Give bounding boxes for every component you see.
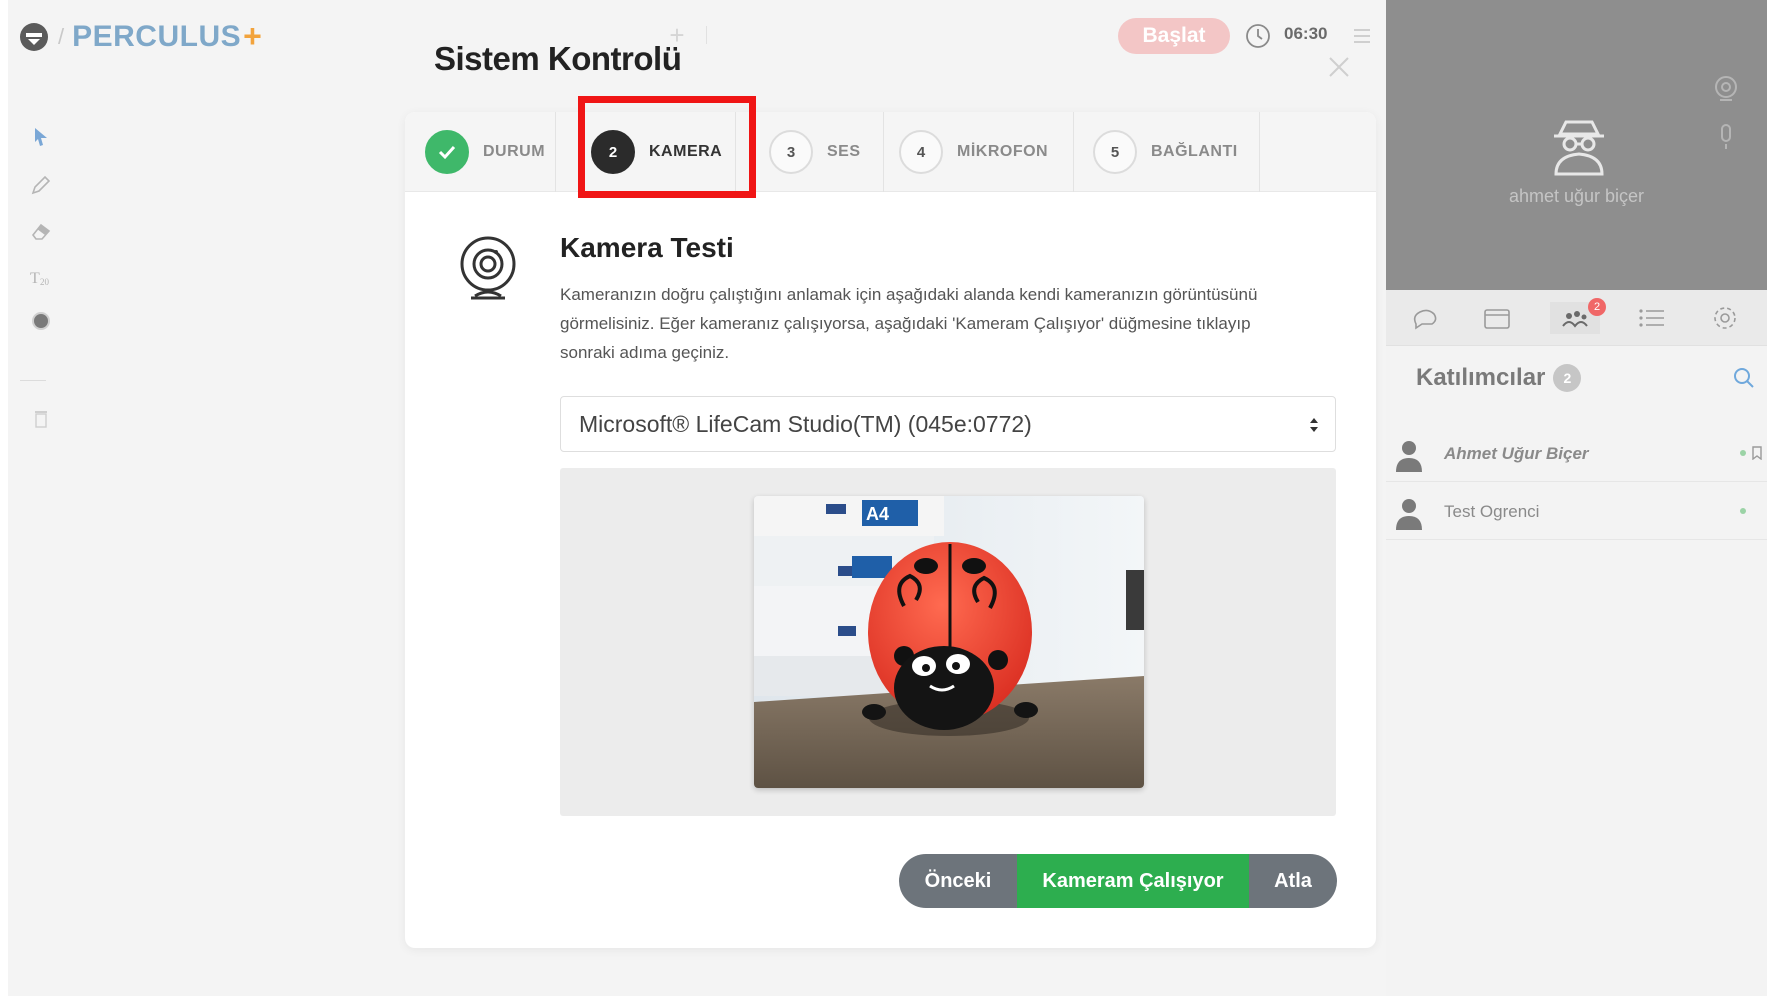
section-description: Kameranızın doğru çalıştığını anlamak iç… [560,285,1258,362]
step-durum[interactable]: DURUM [425,112,545,192]
select-arrows-icon [1310,418,1318,432]
step-label: MİKROFON [957,143,1049,160]
step-baglanti[interactable]: 5 BAĞLANTI [1093,112,1238,192]
webcam-toggle-icon[interactable] [1711,74,1741,104]
step-indicator: DURUM 2 KAMERA 3 SES 4 MİKROFON 5 BAĞLAN… [405,112,1376,192]
participants-icon [1562,311,1588,328]
step-label: DURUM [483,143,546,160]
user-icon [1396,499,1422,530]
camera-select-value: Microsoft® LifeCam Studio(TM) (045e:0772… [579,411,1032,437]
list-icon [1639,309,1664,327]
chat-icon [1413,309,1437,330]
step-number: 3 [769,130,813,174]
spy-avatar-icon [1554,120,1604,176]
participant-row[interactable]: Test Ogrenci [1386,484,1767,540]
step-divider [555,112,556,192]
section-title: Kamera Testi [560,232,734,263]
left-toolbar: T 20 [8,100,60,440]
search-icon[interactable] [1732,366,1756,390]
start-button[interactable]: Başlat [1118,18,1230,54]
text-tool[interactable]: T 20 [26,262,56,292]
step-divider [1259,112,1260,192]
folder-icon [1484,309,1510,329]
participants-header: Katılımcılar 2 [1416,364,1582,392]
app-window: / PERCULUS + T 20 + Başlat 06:30 ahmet u… [0,0,1767,996]
step-ses[interactable]: 3 SES [769,112,861,192]
pointer-tool[interactable] [26,122,56,152]
tab-files[interactable] [1480,302,1514,334]
step-highlight-box [578,96,756,198]
color-dot-icon [32,312,50,330]
gear-icon [1714,307,1736,329]
logo-text: PERCULUS [72,19,242,53]
participants-count-badge: 2 [1553,364,1582,392]
perculus-logo-icon [20,22,48,51]
participant-name: Test Ogrenci [1444,502,1540,521]
step-divider [1073,112,1074,192]
logo: / PERCULUS + [18,18,262,55]
participant-name: Ahmet Uğur Biçer [1444,444,1589,463]
tab-participants[interactable]: 2 [1550,298,1606,334]
online-status-dot [1740,508,1746,514]
step-number: 5 [1093,130,1137,174]
step-divider [883,112,884,192]
camera-preview-area: A4 [560,468,1336,816]
participant-row[interactable]: Ahmet Uğur Biçer [1386,426,1767,482]
video-user-name: ahmet uğur biçer [1508,186,1645,206]
tab-chat[interactable] [1408,302,1442,334]
camera-feed-image: A4 [754,496,1144,788]
bookmark-icon [1752,446,1762,460]
text-size-icon: T 20 [30,270,50,287]
delete-tool[interactable] [26,404,56,434]
webcam-icon [460,236,516,300]
pencil-tool[interactable] [26,170,56,200]
color-tool[interactable] [26,306,56,336]
header-divider [706,26,707,44]
online-status-dot [1740,450,1746,456]
skip-button[interactable]: Atla [1249,854,1337,908]
tab-list[interactable] [1634,302,1668,334]
participants-title: Katılımcılar [1416,364,1546,391]
step-mikrofon[interactable]: 4 MİKROFON [899,112,1048,192]
svg-text:T: T [30,270,40,287]
camera-preview: A4 [754,496,1144,788]
system-check-modal: DURUM 2 KAMERA 3 SES 4 MİKROFON 5 BAĞLAN… [405,112,1376,948]
user-icon [1396,441,1422,472]
microphone-toggle-icon[interactable] [1714,122,1738,152]
right-panel: ahmet uğur biçer 2 Katılımcılar 2 Ahmet … [1386,0,1767,996]
step-label: SES [827,143,861,160]
camera-select[interactable]: Microsoft® LifeCam Studio(TM) (045e:0772… [560,396,1336,452]
toolbar-divider [20,380,46,381]
close-icon[interactable] [1326,54,1352,80]
trash-icon [35,411,47,428]
hamburger-menu-icon[interactable] [1352,26,1372,46]
logo-plus: + [243,18,262,54]
svg-text:20: 20 [40,277,50,287]
svg-text:A4: A4 [866,504,889,524]
pencil-icon [31,175,51,195]
step-done-circle [425,130,469,174]
camera-working-button[interactable]: Kameram Çalışıyor [1017,854,1249,908]
step-label: BAĞLANTI [1151,143,1238,160]
eraser-tool[interactable] [26,216,56,246]
action-buttons: Önceki Kameram Çalışıyor Atla [899,854,1337,908]
tab-settings[interactable] [1708,302,1742,334]
clock-icon [1246,24,1270,48]
pointer-icon [35,128,47,146]
eraser-icon [31,223,51,240]
panel-tabs: 2 [1386,290,1767,346]
participants-tab-badge: 2 [1588,298,1606,316]
logo-separator: / [58,23,65,49]
checkmark-icon [438,145,456,160]
previous-button[interactable]: Önceki [899,854,1017,908]
modal-title: Sistem Kontrolü [434,40,682,77]
step-number: 4 [899,130,943,174]
session-timer: 06:30 [1284,24,1328,43]
video-area: ahmet uğur biçer [1386,0,1767,290]
